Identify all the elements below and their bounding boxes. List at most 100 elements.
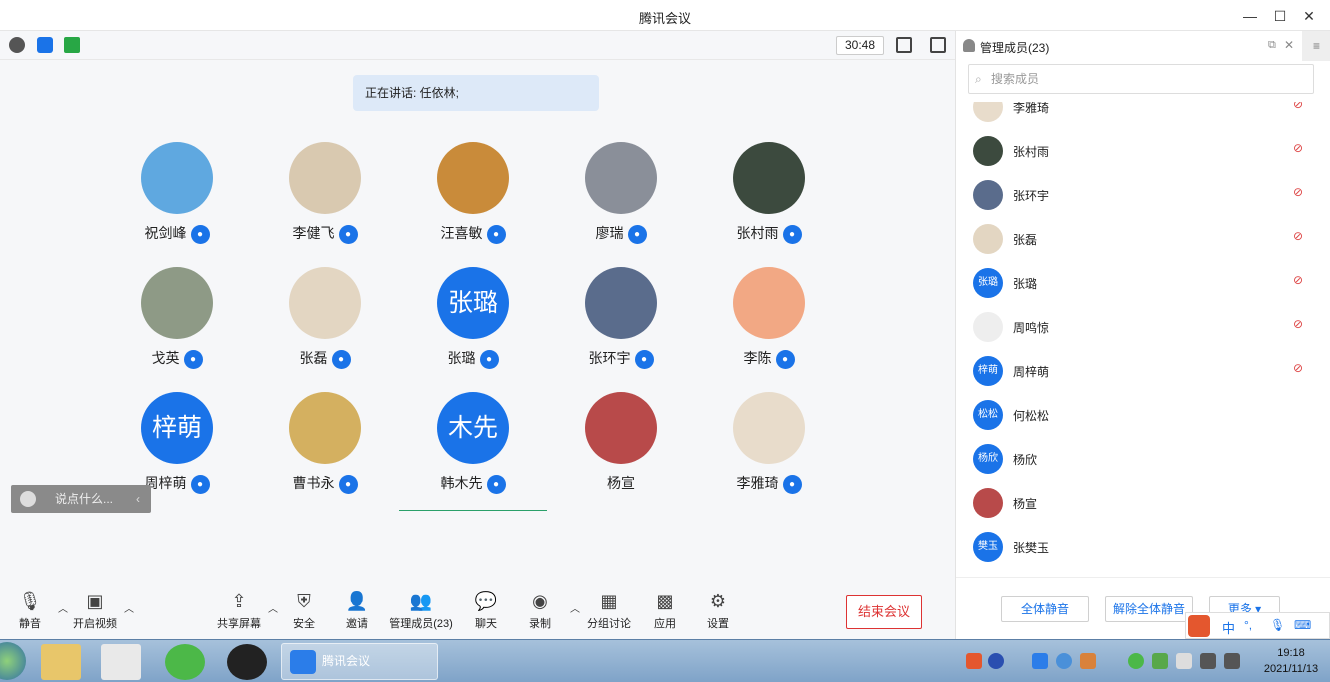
taskbar-tencent-meeting[interactable]: 腾讯会议 <box>281 643 438 680</box>
participant-name: 张磊 ● <box>268 348 382 369</box>
maximize-button[interactable]: ☐ <box>1270 6 1290 26</box>
member-row[interactable]: 张磊 ⊘ <box>956 217 1330 261</box>
sogou-icon[interactable] <box>1188 615 1210 637</box>
mute-all-button[interactable]: 全体静音 <box>1001 596 1089 622</box>
participant-tile[interactable]: 祝剑峰 ● <box>140 141 214 251</box>
participant-name-text: 汪喜敏 <box>440 225 483 241</box>
member-row[interactable]: 杨宣 <box>956 481 1330 525</box>
muted-microphone-icon[interactable]: ⊘ <box>1293 361 1303 375</box>
avatar <box>289 267 361 339</box>
settings-button[interactable]: ⚙ 设置 <box>688 590 748 631</box>
chat-button[interactable]: 💬 聊天 <box>456 590 516 631</box>
invite-button[interactable]: 👤 邀请 <box>327 590 387 631</box>
security-button[interactable]: ⛨ 安全 <box>274 590 334 631</box>
k-tray-icon[interactable] <box>1056 653 1072 669</box>
member-row[interactable]: 李雅琦 ⊘ <box>956 102 1330 129</box>
chat-box[interactable]: 说点什么... ‹ <box>11 485 151 513</box>
signal-icon[interactable] <box>64 37 80 53</box>
network-tray-icon[interactable] <box>1200 653 1216 669</box>
collapse-chat-icon[interactable]: ‹ <box>136 485 140 513</box>
participant-tile[interactable]: 张璐 张璐 ● <box>436 266 510 376</box>
member-row[interactable]: 张环宇 ⊘ <box>956 173 1330 217</box>
tencent-meeting-tray-icon[interactable] <box>1032 653 1048 669</box>
participant-tile[interactable]: 李健飞 ● <box>288 141 362 251</box>
participant-tile[interactable]: 梓萌 周梓萌 ● <box>140 391 214 501</box>
participant-tile[interactable]: 李雅琦 ● <box>732 391 806 501</box>
end-meeting-button[interactable]: 结束会议 <box>846 595 922 629</box>
video-button[interactable]: ▣ 开启视频 <box>65 590 125 631</box>
microphone-icon: ● <box>331 349 351 369</box>
volume-tray-icon[interactable] <box>1224 653 1240 669</box>
sogou-tray-icon[interactable] <box>966 653 982 669</box>
punctuation-icon[interactable]: °, <box>1244 618 1252 632</box>
shield-tray-icon[interactable] <box>1152 653 1168 669</box>
participant-tile[interactable]: 李陈 ● <box>732 266 806 376</box>
system-clock[interactable]: 19:18 2021/11/13 <box>1256 645 1326 677</box>
member-search-input[interactable]: ⌕ 搜索成员 <box>968 64 1314 94</box>
breakout-label: 分组讨论 <box>587 618 631 630</box>
pop-out-icon[interactable]: ⧉ <box>1268 39 1276 52</box>
participant-tile[interactable]: 杨宣 <box>584 391 658 501</box>
help-tray-icon[interactable] <box>988 653 1004 669</box>
keyboard-icon[interactable]: ⌨ <box>1294 618 1311 632</box>
layout-icon[interactable] <box>930 37 946 53</box>
ime-mode[interactable]: 中 <box>1222 618 1235 637</box>
member-row[interactable]: 松松 何松松 <box>956 393 1330 437</box>
muted-microphone-icon[interactable]: ⊘ <box>1293 273 1303 287</box>
member-row[interactable]: 张村雨 ⊘ <box>956 129 1330 173</box>
participant-tile[interactable]: 张环宇 ● <box>584 266 658 376</box>
usb-tray-icon[interactable] <box>1176 653 1192 669</box>
member-row[interactable]: 周鸣惊 ⊘ <box>956 305 1330 349</box>
file-explorer-icon[interactable] <box>41 644 81 680</box>
member-row[interactable]: 樊玉 张樊玉 <box>956 525 1330 569</box>
participant-name: 李陈 ● <box>712 348 826 369</box>
close-panel-icon[interactable]: ✕ <box>1284 38 1294 52</box>
media-player-icon[interactable] <box>101 644 141 680</box>
participant-tile[interactable]: 张磊 ● <box>288 266 362 376</box>
muted-microphone-icon[interactable]: ⊘ <box>1293 102 1303 111</box>
member-row[interactable]: 张璐 张璐 ⊘ <box>956 261 1330 305</box>
participant-tile[interactable]: 张村雨 ● <box>732 141 806 251</box>
qq-icon[interactable] <box>227 644 267 680</box>
apps-button[interactable]: ▩ 应用 <box>635 590 695 631</box>
chat-label: 聊天 <box>475 618 497 630</box>
fullscreen-icon[interactable] <box>896 37 912 53</box>
share-screen-button[interactable]: ⇪ 共享屏幕 <box>209 590 269 631</box>
muted-microphone-icon[interactable]: ⊘ <box>1293 141 1303 155</box>
emoji-icon[interactable] <box>20 491 36 507</box>
share-label: 共享屏幕 <box>217 618 261 630</box>
unmute-all-button[interactable]: 解除全体静音 <box>1105 596 1193 622</box>
avatar <box>437 142 509 214</box>
breakout-button[interactable]: ▦ 分组讨论 <box>579 590 639 631</box>
participant-tile[interactable]: 戈英 ● <box>140 266 214 376</box>
video-options-chevron-icon[interactable]: ︿ <box>124 600 134 615</box>
sync-app-icon[interactable] <box>165 644 205 680</box>
avatar <box>585 142 657 214</box>
close-button[interactable]: ✕ <box>1299 6 1319 26</box>
menu-icon[interactable]: ≡ <box>1302 31 1330 61</box>
page-indicator <box>399 510 547 511</box>
speaker-tray-icon[interactable] <box>1080 653 1096 669</box>
member-row[interactable]: 杨欣 杨欣 <box>956 437 1330 481</box>
participant-tile[interactable]: 廖瑞 ● <box>584 141 658 251</box>
shield-icon[interactable] <box>37 37 53 53</box>
participant-tile[interactable]: 曹书永 ● <box>288 391 362 501</box>
member-name: 李雅琦 <box>1013 102 1050 115</box>
avatar <box>289 142 361 214</box>
muted-microphone-icon[interactable]: ⊘ <box>1293 229 1303 243</box>
muted-microphone-icon[interactable]: ⊘ <box>1293 185 1303 199</box>
participant-tile[interactable]: 木先 韩木先 ● <box>436 391 510 501</box>
member-row[interactable]: 梓萌 周梓萌 ⊘ <box>956 349 1330 393</box>
voice-input-icon[interactable]: 🎙 <box>1270 618 1285 632</box>
minimize-button[interactable]: — <box>1240 6 1260 26</box>
security-tray-icon[interactable] <box>1128 653 1144 669</box>
start-button[interactable] <box>0 642 26 680</box>
info-icon[interactable] <box>9 37 25 53</box>
participant-name-text: 李健飞 <box>292 225 335 241</box>
members-icon: 👥 <box>409 591 433 611</box>
muted-microphone-icon[interactable]: ⊘ <box>1293 317 1303 331</box>
mute-button[interactable]: 🎙 静音 <box>0 590 60 631</box>
manage-members-button[interactable]: 👥 管理成员(23) <box>383 590 459 631</box>
participant-tile[interactable]: 汪喜敏 ● <box>436 141 510 251</box>
record-button[interactable]: ◉ 录制 <box>510 590 570 631</box>
